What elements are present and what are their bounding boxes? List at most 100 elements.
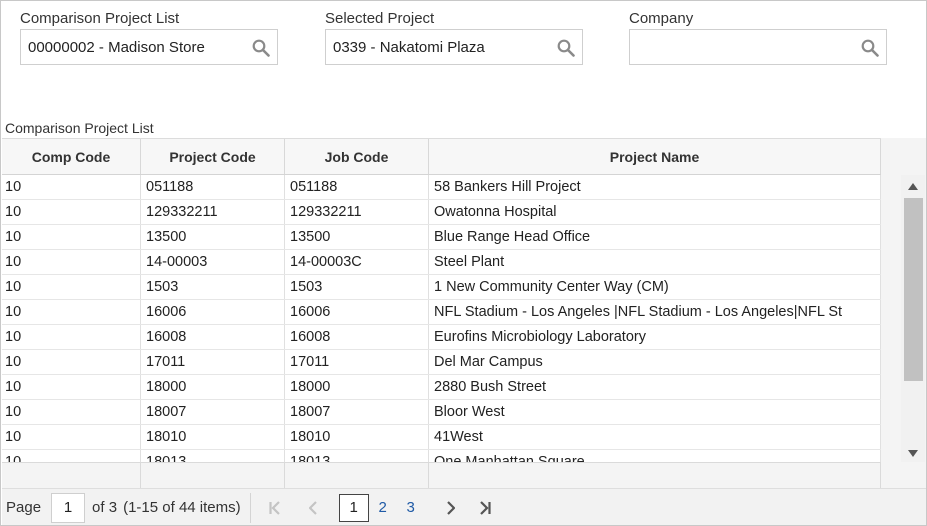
comparison-project-filter: Comparison Project List [20,10,278,65]
table-row[interactable]: 10 129332211 129332211 Owatonna Hospital [2,200,881,225]
cell-comp-code: 10 [2,325,141,349]
cell-comp-code: 10 [2,400,141,424]
cell-comp-code: 10 [2,250,141,274]
page-total-label: of 3 [92,499,118,516]
cell-job-code: 1503 [285,275,429,299]
page-number-input[interactable] [51,492,86,523]
cell-project-name: Steel Plant [429,250,881,274]
table-row[interactable]: 10 16008 16008 Eurofins Microbiology Lab… [2,325,881,350]
pager: Page of 3 (1-15 of 44 items) 1 2 3 [2,488,926,525]
company-search-icon[interactable] [860,38,880,58]
cell-comp-code: 10 [2,225,141,249]
comparison-project-label: Comparison Project List [20,10,180,27]
company-filter: Company [629,10,887,65]
column-header-job-code[interactable]: Job Code [285,139,429,174]
comparison-project-panel: Comparison Project List Selected Project… [0,0,927,526]
scrollbar-thumb[interactable] [904,198,923,381]
page-button-current[interactable]: 1 [338,493,369,522]
column-header-project-code[interactable]: Project Code [141,139,285,174]
cell-project-code: 13500 [141,225,285,249]
selected-project-input[interactable] [326,30,582,64]
cell-project-name: 41West [429,425,881,449]
cell-comp-code: 10 [2,450,141,462]
cell-project-name: One Manhattan Square [429,450,881,462]
vertical-scrollbar[interactable] [901,175,925,462]
cell-job-code: 16008 [285,325,429,349]
cell-project-code: 16008 [141,325,285,349]
cell-project-code: 18010 [141,425,285,449]
table-row[interactable]: 10 17011 17011 Del Mar Campus [2,350,881,375]
page-button-3[interactable]: 3 [397,494,425,522]
comparison-project-search-icon[interactable] [251,38,271,58]
column-header-project-name[interactable]: Project Name [429,139,881,174]
cell-project-name: Owatonna Hospital [429,200,881,224]
table-row[interactable]: 10 16006 16006 NFL Stadium - Los Angeles… [2,300,881,325]
comparison-project-field-box [20,29,278,65]
page-last-icon[interactable] [471,494,499,522]
page-label: Page [6,499,42,516]
table-row[interactable]: 10 14-00003 14-00003C Steel Plant [2,250,881,275]
page-next-icon[interactable] [437,494,465,522]
selected-project-field-box [325,29,583,65]
table-row[interactable]: 10 1503 1503 1 New Community Center Way … [2,275,881,300]
cell-project-name: NFL Stadium - Los Angeles |NFL Stadium -… [429,300,881,324]
cell-comp-code: 10 [2,300,141,324]
footer-cell [285,463,429,488]
footer-cell [141,463,285,488]
cell-job-code: 051188 [285,175,429,199]
cell-project-code: 051188 [141,175,285,199]
page-first-icon[interactable] [261,494,289,522]
pager-divider [249,492,251,523]
scroll-up-arrow-icon[interactable] [901,177,925,195]
footer-cell [429,463,881,488]
cell-comp-code: 10 [2,350,141,374]
table-row[interactable]: 10 18007 18007 Bloor West [2,400,881,425]
cell-project-code: 17011 [141,350,285,374]
cell-comp-code: 10 [2,425,141,449]
cell-project-code: 14-00003 [141,250,285,274]
cell-comp-code: 10 [2,175,141,199]
cell-project-code: 129332211 [141,200,285,224]
grid-title: Comparison Project List [5,120,154,136]
cell-comp-code: 10 [2,375,141,399]
cell-job-code: 18000 [285,375,429,399]
grid-header: Comp Code Project Code Job Code Project … [2,138,881,175]
table-row[interactable]: 10 18010 18010 41West [2,425,881,450]
comparison-project-grid: Comp Code Project Code Job Code Project … [2,138,926,488]
cell-comp-code: 10 [2,200,141,224]
grid-body: 10 051188 051188 58 Bankers Hill Project… [2,175,881,462]
cell-comp-code: 10 [2,275,141,299]
cell-project-name: 2880 Bush Street [429,375,881,399]
company-input[interactable] [630,30,886,64]
cell-job-code: 18007 [285,400,429,424]
column-header-comp-code[interactable]: Comp Code [2,139,141,174]
table-row[interactable]: 10 18013 18013 One Manhattan Square [2,450,881,462]
cell-job-code: 13500 [285,225,429,249]
cell-job-code: 14-00003C [285,250,429,274]
cell-project-name: 58 Bankers Hill Project [429,175,881,199]
grid-footer-strip [2,462,881,488]
cell-job-code: 18010 [285,425,429,449]
selected-project-search-icon[interactable] [556,38,576,58]
cell-project-name: Bloor West [429,400,881,424]
table-row[interactable]: 10 13500 13500 Blue Range Head Office [2,225,881,250]
table-row[interactable]: 10 051188 051188 58 Bankers Hill Project [2,175,881,200]
selected-project-label: Selected Project [325,10,435,27]
company-label: Company [629,10,694,27]
cell-project-code: 16006 [141,300,285,324]
cell-project-code: 18013 [141,450,285,462]
table-row[interactable]: 10 18000 18000 2880 Bush Street [2,375,881,400]
cell-project-code: 18000 [141,375,285,399]
page-button-2[interactable]: 2 [369,494,397,522]
cell-project-code: 1503 [141,275,285,299]
cell-project-name: Eurofins Microbiology Laboratory [429,325,881,349]
page-prev-icon[interactable] [299,494,327,522]
scroll-down-arrow-icon[interactable] [901,444,925,462]
footer-cell [2,463,141,488]
comparison-project-input[interactable] [21,30,277,64]
company-field-box [629,29,887,65]
cell-project-name: Del Mar Campus [429,350,881,374]
page-items-summary: (1-15 of 44 items) [123,499,241,516]
cell-job-code: 16006 [285,300,429,324]
cell-job-code: 17011 [285,350,429,374]
